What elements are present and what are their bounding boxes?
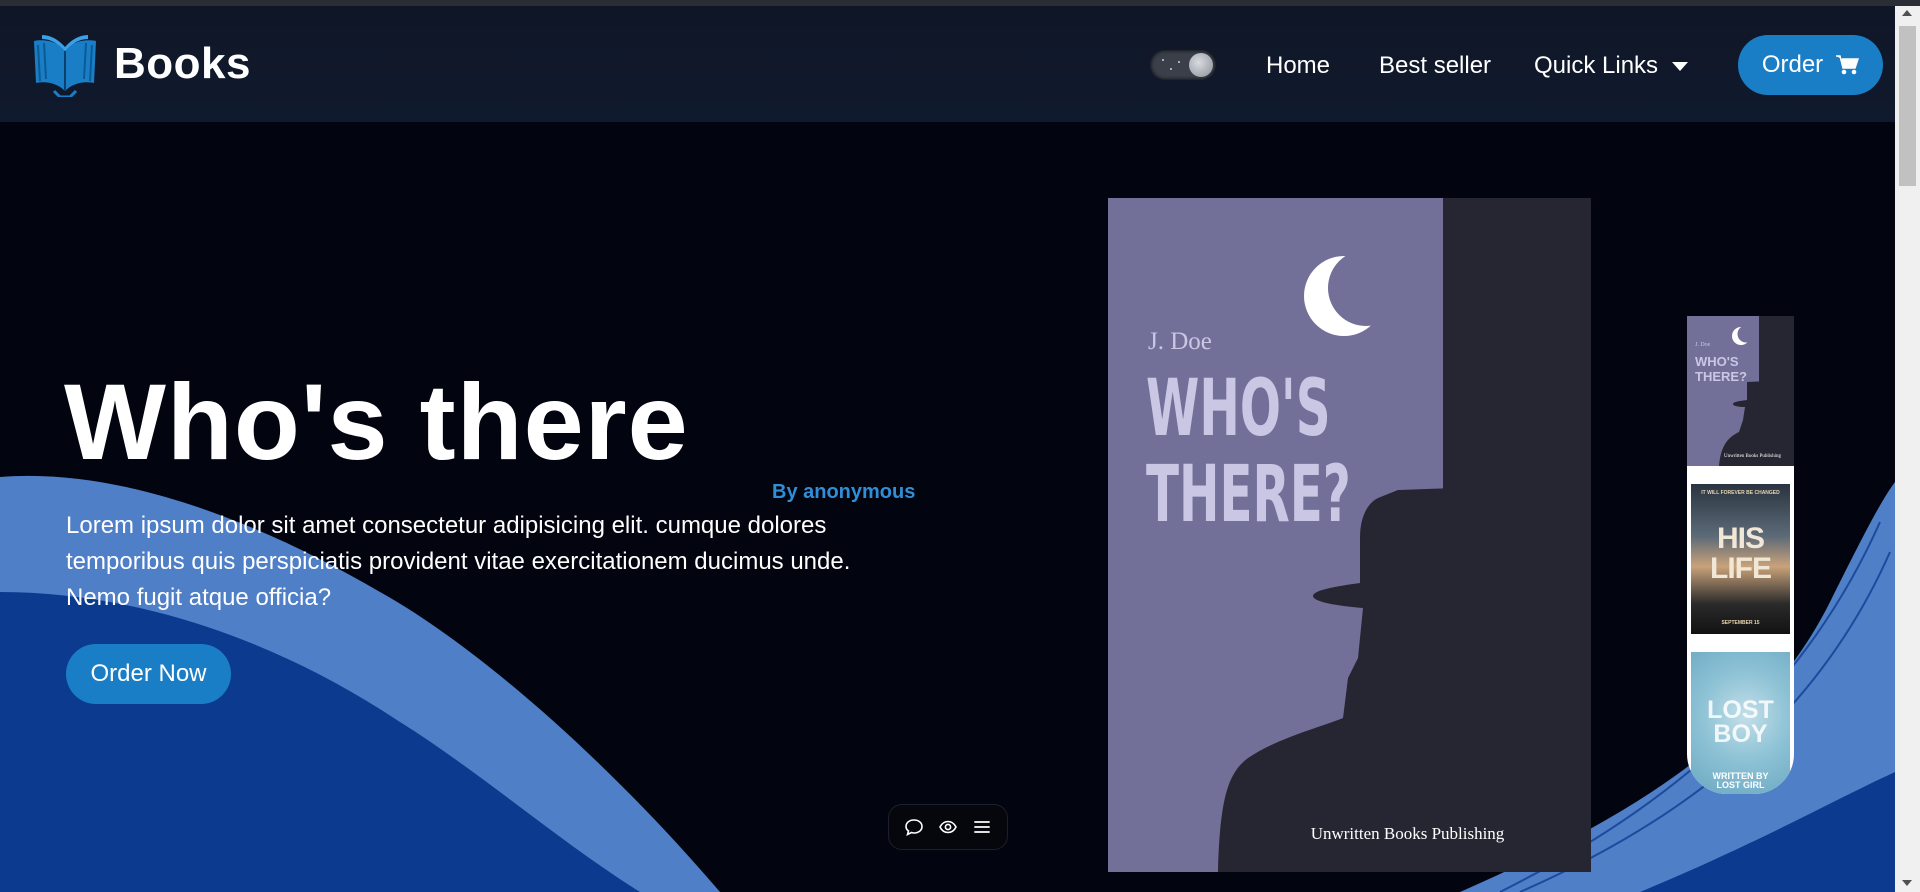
thumb-3-byline: WRITTEN BY LOST GIRL (1691, 772, 1790, 790)
page-scrollbar[interactable] (1895, 6, 1920, 892)
navbar: Books Home Best seller Quick Links Order (0, 6, 1895, 122)
thumb-2-title: HIS LIFE (1691, 524, 1790, 584)
cart-icon (1836, 55, 1860, 75)
eye-icon[interactable] (938, 817, 958, 837)
brand-name: Books (114, 39, 251, 88)
cover-title-line-2: THERE? (1146, 450, 1351, 540)
thumb-2-tagline: IT WILL FOREVER BE CHANGED (1701, 490, 1780, 496)
featured-book-cover[interactable]: J. Doe WHO'S THERE? Unwritten Books Publ… (1108, 198, 1591, 872)
thumbnail-strip: J. Doe WHO'S THERE? Unwritten Books Publ… (1687, 316, 1794, 794)
floating-toolbar (888, 804, 1008, 850)
thumb-3-title: LOST BOY (1691, 696, 1790, 748)
chat-icon[interactable] (904, 817, 924, 837)
order-button[interactable]: Order (1738, 35, 1883, 95)
thumb-1-title: WHO'S THERE? (1695, 354, 1747, 384)
hero-wave-background (0, 475, 1895, 892)
thumb-3-title-line-1: LOST (1707, 696, 1774, 724)
thumb-silhouette (1719, 325, 1794, 466)
hero-description: Lorem ipsum dolor sit amet consectetur a… (66, 512, 851, 611)
cover-title-line-1: WHO'S (1146, 364, 1331, 454)
nav-best-seller[interactable]: Best seller (1379, 52, 1491, 80)
thumb-1-author: J. Doe (1695, 342, 1711, 348)
menu-icon[interactable] (972, 817, 992, 837)
thumbnail-lost-boy[interactable]: LOST BOY WRITTEN BY LOST GIRL (1691, 652, 1790, 794)
cover-author: J. Doe (1148, 328, 1212, 355)
theme-toggle[interactable] (1150, 50, 1216, 80)
moon-icon (1189, 53, 1213, 77)
star-dot (1170, 68, 1172, 70)
hero-title: Who's there (64, 361, 689, 482)
open-book-icon (34, 35, 96, 97)
thumb-1-publisher: Unwritten Books Publishing (1724, 454, 1781, 459)
thumbnail-his-life[interactable]: IT WILL FOREVER BE CHANGED HIS LIFE SEPT… (1691, 484, 1790, 634)
order-now-button[interactable]: Order Now (66, 644, 231, 704)
thumb-2-title-line-2: LIFE (1710, 552, 1772, 585)
nav-home[interactable]: Home (1266, 52, 1330, 80)
scroll-down-arrow-icon[interactable] (1902, 880, 1912, 886)
scroll-thumb[interactable] (1899, 26, 1916, 186)
cover-publisher: Unwritten Books Publishing (1310, 824, 1505, 843)
order-button-label: Order (1761, 51, 1824, 78)
thumbnail-whos-there[interactable]: J. Doe WHO'S THERE? Unwritten Books Publ… (1687, 316, 1794, 466)
thumb-1-title-line-1: WHO'S (1695, 354, 1739, 369)
cover-title: WHO'S THERE? (1146, 366, 1351, 538)
hero-author: By anonymous (772, 481, 916, 503)
scroll-up-arrow-icon[interactable] (1902, 10, 1912, 16)
thumb-1-title-line-2: THERE? (1695, 369, 1747, 384)
nav-quick-links[interactable]: Quick Links (1534, 52, 1689, 80)
thumb-2-date: SEPTEMBER 15 (1721, 620, 1760, 626)
brand[interactable]: Books (30, 31, 251, 97)
thumb-3-title-line-2: BOY (1713, 720, 1768, 748)
star-dot (1162, 59, 1164, 61)
thumb-3-byline-line-2: LOST GIRL (1716, 780, 1765, 790)
nav-quick-links-label: Quick Links (1534, 52, 1659, 79)
thumb-2-title-line-1: HIS (1716, 522, 1765, 555)
star-dot (1178, 61, 1180, 63)
caret-down-icon (1672, 61, 1689, 71)
